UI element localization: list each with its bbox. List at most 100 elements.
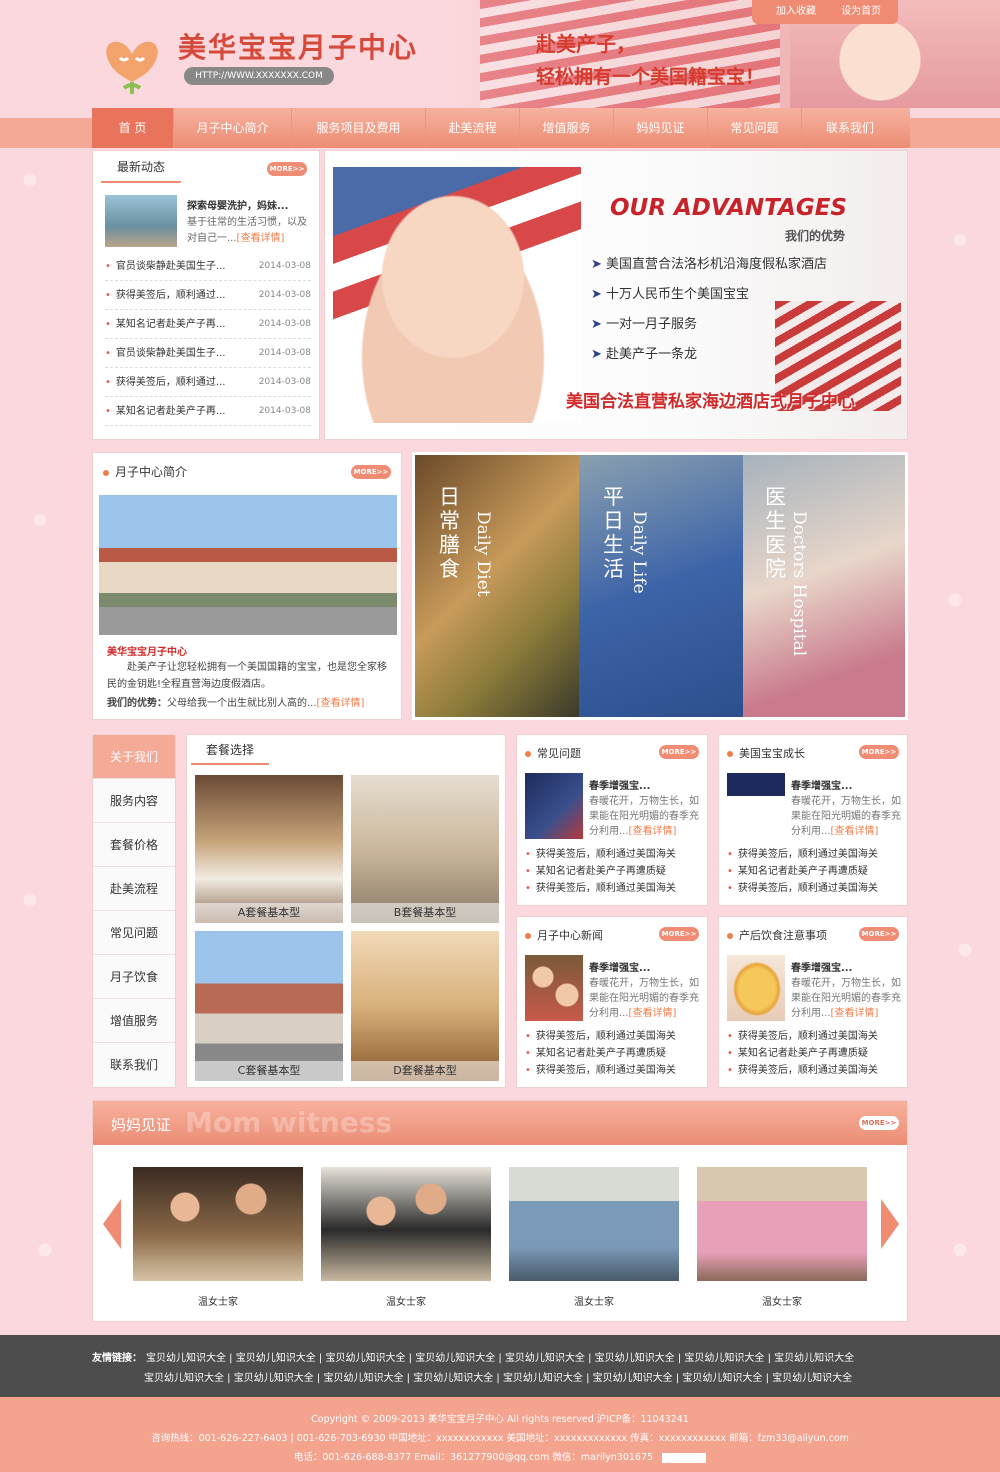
intro-building-photo[interactable] (99, 495, 397, 635)
carousel-prev-icon[interactable] (103, 1199, 121, 1249)
friend-link[interactable]: 宝贝幼儿知识大全 (146, 1353, 226, 1364)
nav-value-added[interactable]: 增值服务 (520, 108, 614, 148)
faq-detail-link[interactable]: [查看详情] (629, 826, 677, 837)
postpartum-diet-head[interactable]: 春季增强宝... (791, 959, 852, 974)
witness-photo-4[interactable] (697, 1167, 867, 1281)
latest-detail-link[interactable]: [查看详情] (237, 233, 285, 244)
list-item[interactable]: 某知名记者赴美产子再...2014-03-08 (105, 397, 311, 426)
set-homepage-link[interactable]: 设为首页 (841, 6, 881, 17)
friend-link[interactable]: 宝贝幼儿知识大全 (505, 1353, 585, 1364)
side-diet[interactable]: 月子饮食 (93, 955, 175, 999)
friend-link[interactable]: 宝贝幼儿知识大全 (684, 1353, 764, 1364)
list-item[interactable]: 某知名记者赴美产子再遭质疑 (525, 863, 703, 880)
feature-cn: 医生医院 (765, 485, 786, 581)
nav-faq[interactable]: 常见问题 (708, 108, 802, 148)
baby-growth-text: 春暖花开，万物生长，如果能在阳光明媚的春季充分利用...[查看详情] (791, 796, 901, 837)
list-item[interactable]: 获得美签后，顺利通过...2014-03-08 (105, 281, 311, 310)
list-item[interactable]: 获得美签后，顺利通过美国海关 (727, 880, 903, 897)
witness-photo-3[interactable] (509, 1167, 679, 1281)
list-item[interactable]: 获得美签后，顺利通过美国海关 (525, 880, 703, 897)
witness-title-en: Mom witness (185, 1106, 393, 1139)
list-item[interactable]: 某知名记者赴美产子再遭质疑 (525, 1045, 703, 1062)
cnzz-badge-icon[interactable] (662, 1452, 707, 1463)
postpartum-diet-detail-link[interactable]: [查看详情] (831, 1008, 879, 1019)
side-services[interactable]: 服务内容 (93, 779, 175, 823)
center-news-more-button[interactable]: MORE>> (659, 927, 699, 941)
dessert-photo[interactable] (727, 955, 785, 1021)
latest-more-button[interactable]: MORE>> (267, 162, 307, 176)
list-item[interactable]: 获得美签后，顺利通过美国海关 (727, 1028, 903, 1045)
list-item[interactable]: 获得美签后，顺利通过美国海关 (525, 1028, 703, 1045)
list-item[interactable]: 官员谈柴静赴美国生子...2014-03-08 (105, 252, 311, 281)
witness-more-button[interactable]: MORE>> (859, 1116, 899, 1130)
friend-link[interactable]: 宝贝幼儿知识大全 (323, 1373, 403, 1384)
nav-services[interactable]: 服务项目及费用 (292, 108, 426, 148)
nav-about[interactable]: 月子中心简介 (174, 108, 292, 148)
witness-caption-1: 温女士家 (198, 1297, 238, 1308)
kids-photo[interactable] (525, 955, 583, 1021)
advantages-banner[interactable]: OUR ADVANTAGES 我们的优势 ➤ 美国直营合法洛杉机沿海度假私家酒店… (324, 150, 908, 440)
package-b[interactable]: B套餐基本型 (351, 775, 499, 923)
package-d[interactable]: D套餐基本型 (351, 931, 499, 1081)
intro-more-button[interactable]: MORE>> (351, 465, 391, 479)
friend-link[interactable]: 宝贝幼儿知识大全 (234, 1373, 314, 1384)
baby-growth-head[interactable]: 春季增强宝... (791, 777, 852, 792)
witness-photo-2[interactable] (321, 1167, 491, 1281)
site-url[interactable]: HTTP://WWW.XXXXXXX.COM (184, 67, 334, 85)
friend-link[interactable]: 宝贝幼儿知识大全 (325, 1353, 405, 1364)
feature-daily-diet[interactable]: 日常膳食 Daily Diet (415, 455, 579, 717)
faq-head[interactable]: 春季增强宝... (589, 777, 650, 792)
list-item[interactable]: 获得美签后，顺利通过美国海关 (525, 846, 703, 863)
package-a[interactable]: A套餐基本型 (195, 775, 343, 923)
friend-link[interactable]: 宝贝幼儿知识大全 (774, 1353, 854, 1364)
friend-link[interactable]: 宝贝幼儿知识大全 (682, 1373, 762, 1384)
intro-panel: 月子中心简介 MORE>> 美华宝宝月子中心 赴美产子让您轻松拥有一个美国国籍的… (92, 452, 402, 720)
list-item[interactable]: 获得美签后，顺利通过美国海关 (727, 1062, 903, 1079)
carousel-next-icon[interactable] (881, 1199, 899, 1249)
center-news-detail-link[interactable]: [查看详情] (629, 1008, 677, 1019)
side-about[interactable]: 关于我们 (93, 735, 175, 779)
side-process[interactable]: 赴美流程 (93, 867, 175, 911)
baby-growth-more-button[interactable]: MORE>> (859, 745, 899, 759)
latest-feature-image[interactable] (105, 195, 177, 247)
faq-more-button[interactable]: MORE>> (659, 745, 699, 759)
list-item[interactable]: 获得美签后，顺利通过美国海关 (727, 846, 903, 863)
list-item[interactable]: 某知名记者赴美产子再遭质疑 (727, 863, 903, 880)
add-favorite-link[interactable]: 加入收藏 (776, 6, 816, 17)
friend-link[interactable]: 宝贝幼儿知识大全 (413, 1373, 493, 1384)
friend-link[interactable]: 宝贝幼儿知识大全 (595, 1353, 675, 1364)
intro-detail-link[interactable]: [查看详情] (317, 698, 365, 709)
side-prices[interactable]: 套餐价格 (93, 823, 175, 867)
list-item[interactable]: 获得美签后，顺利通过...2014-03-08 (105, 368, 311, 397)
side-faq[interactable]: 常见问题 (93, 911, 175, 955)
friend-link[interactable]: 宝贝幼儿知识大全 (415, 1353, 495, 1364)
passport-image[interactable] (525, 773, 583, 839)
nav-contact[interactable]: 联系我们 (802, 108, 898, 148)
friend-link[interactable]: 宝贝幼儿知识大全 (144, 1373, 224, 1384)
feature-daily-life[interactable]: 平日生活 Daily Life (579, 455, 743, 717)
friend-link[interactable]: 宝贝幼儿知识大全 (772, 1373, 852, 1384)
package-c[interactable]: C套餐基本型 (195, 931, 343, 1081)
footer-phone: 电话：001-626-688-8377 Email：361277900@qq.c… (0, 1449, 1000, 1463)
postpartum-diet-more-button[interactable]: MORE>> (859, 927, 899, 941)
list-item[interactable]: 某知名记者赴美产子再...2014-03-08 (105, 310, 311, 339)
baby-flag-thumb[interactable] (727, 773, 785, 839)
feature-doctors-hospital[interactable]: 医生医院 Doctors Hospital (743, 455, 905, 717)
friend-links-row1: 宝贝幼儿知识大全 | 宝贝幼儿知识大全 | 宝贝幼儿知识大全 | 宝贝幼儿知识大… (146, 1353, 855, 1364)
nav-home[interactable]: 首 页 (92, 108, 174, 148)
intro-text: 赴美产子让您轻松拥有一个美国国籍的宝宝，也是您全家移民的金钥匙!全程直营海边度假… (107, 662, 387, 690)
baby-growth-detail-link[interactable]: [查看详情] (831, 826, 879, 837)
list-item[interactable]: 官员谈柴静赴美国生子...2014-03-08 (105, 339, 311, 368)
friend-link[interactable]: 宝贝幼儿知识大全 (236, 1353, 316, 1364)
side-contact[interactable]: 联系我们 (93, 1043, 175, 1087)
side-value-added[interactable]: 增值服务 (93, 999, 175, 1043)
list-item[interactable]: 某知名记者赴美产子再遭质疑 (727, 1045, 903, 1062)
nav-process[interactable]: 赴美流程 (426, 108, 520, 148)
list-item[interactable]: 获得美签后，顺利通过美国海关 (525, 1062, 703, 1079)
friend-link[interactable]: 宝贝幼儿知识大全 (593, 1373, 673, 1384)
friend-link[interactable]: 宝贝幼儿知识大全 (503, 1373, 583, 1384)
latest-feature-title[interactable]: 探索母婴洗护，妈妹... (187, 197, 288, 212)
center-news-head[interactable]: 春季增强宝... (589, 959, 650, 974)
nav-witness[interactable]: 妈妈见证 (614, 108, 708, 148)
witness-photo-1[interactable] (133, 1167, 303, 1281)
